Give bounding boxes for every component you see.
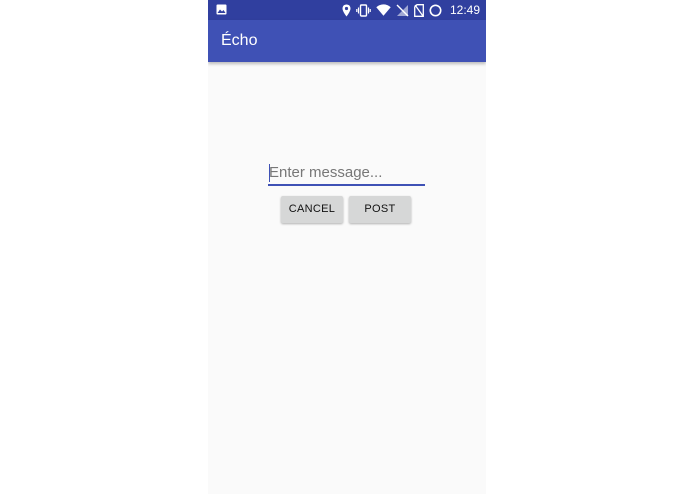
no-sim-icon bbox=[414, 3, 424, 17]
status-icons: 12:49 bbox=[342, 2, 480, 18]
message-input[interactable] bbox=[268, 163, 425, 186]
wifi-icon bbox=[376, 4, 391, 16]
app-title: Écho bbox=[221, 32, 258, 49]
text-cursor bbox=[269, 164, 270, 182]
phone-screen: 12:49 Écho CANCEL POST bbox=[208, 0, 486, 494]
vibrate-icon bbox=[356, 3, 371, 17]
image-icon bbox=[216, 4, 227, 15]
cancel-button[interactable]: CANCEL bbox=[281, 196, 343, 223]
location-icon bbox=[342, 4, 351, 17]
status-clock: 12:49 bbox=[449, 3, 480, 17]
battery-icon bbox=[429, 4, 442, 17]
app-bar: Écho bbox=[208, 20, 486, 62]
post-button[interactable]: POST bbox=[349, 196, 411, 223]
no-signal-icon bbox=[396, 4, 409, 17]
status-bar: 12:49 bbox=[208, 0, 486, 20]
